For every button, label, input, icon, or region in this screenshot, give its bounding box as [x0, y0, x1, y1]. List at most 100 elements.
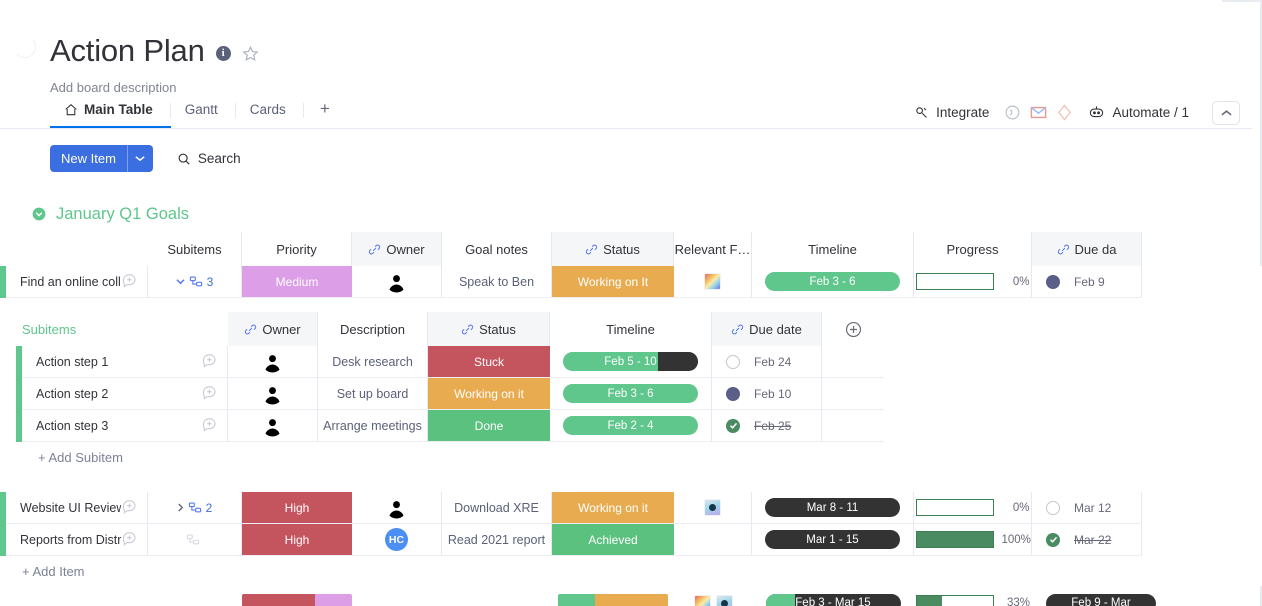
comment-button[interactable]: [121, 498, 137, 517]
group-collapse-toggle[interactable]: [28, 206, 50, 222]
add-comment-icon[interactable]: [201, 352, 217, 368]
cell-name[interactable]: Action step 3: [22, 410, 228, 442]
cell-add[interactable]: [822, 346, 884, 378]
column-header-subitems[interactable]: Subitems: [148, 232, 242, 266]
status-summary-bar[interactable]: [558, 593, 668, 606]
board-description[interactable]: Add board description: [50, 80, 259, 95]
cell-priority[interactable]: High: [242, 524, 352, 556]
add-item-row[interactable]: + Add Item: [0, 556, 1262, 586]
cell-notes[interactable]: Speak to Ben: [442, 266, 552, 298]
cell-priority[interactable]: Medium: [242, 266, 352, 298]
timeline-bar[interactable]: Feb 5 - 10: [563, 352, 698, 371]
group-title[interactable]: January Q1 Goals: [56, 205, 189, 224]
subitem-column-header-status[interactable]: Status: [428, 312, 550, 346]
avatar[interactable]: [385, 270, 408, 293]
column-header-priority[interactable]: Priority: [242, 232, 352, 266]
priority-summary-bar[interactable]: [242, 593, 352, 606]
comment-button[interactable]: [201, 352, 217, 371]
cell-name[interactable]: Action step 1: [22, 346, 228, 378]
progress-control[interactable]: 0%: [915, 273, 1030, 290]
cell-timeline[interactable]: Feb 5 - 10: [550, 346, 712, 378]
cell-owner[interactable]: [352, 492, 442, 524]
due-date-control[interactable]: Feb 10: [712, 386, 821, 401]
due-date-control[interactable]: Feb 9: [1032, 274, 1141, 289]
collapse-header-button[interactable]: [1212, 100, 1240, 125]
subitem-column-header-name[interactable]: Subitems: [0, 312, 228, 346]
timeline-bar[interactable]: Feb 3 - 6: [563, 384, 698, 403]
cell-timeline[interactable]: Feb 3 - 6: [550, 378, 712, 410]
tab-cards[interactable]: Cards: [236, 102, 304, 128]
avatar[interactable]: [261, 350, 284, 373]
cell-subitems[interactable]: 2: [148, 492, 242, 524]
subitems-toggle[interactable]: [186, 533, 204, 547]
timeline-bar[interactable]: Mar 1 - 15: [765, 530, 900, 549]
cell-description[interactable]: Set up board: [318, 378, 428, 410]
column-header-status[interactable]: Status: [552, 232, 674, 266]
cell-status[interactable]: Working on it: [428, 378, 550, 410]
due-date-control[interactable]: Feb 24: [712, 354, 821, 369]
cell-subitems[interactable]: 3: [148, 266, 242, 298]
subitems-toggle[interactable]: 2: [177, 501, 212, 515]
column-header-timeline[interactable]: Timeline: [752, 232, 914, 266]
cell-files[interactable]: [674, 524, 752, 556]
subitem-row[interactable]: Action step 2 Set up board Working on it F…: [16, 378, 1262, 410]
cell-status[interactable]: Working on It: [552, 266, 674, 298]
progress-control[interactable]: 0%: [915, 499, 1030, 516]
subitem-column-header-description[interactable]: Description: [318, 312, 428, 346]
search-button[interactable]: Search: [171, 148, 247, 169]
cell-name[interactable]: Action step 2: [22, 378, 228, 410]
cell-name[interactable]: Find an online collaborat…: [6, 266, 148, 298]
automate-button[interactable]: Automate / 1: [1079, 100, 1198, 125]
cell-description[interactable]: Arrange meetings: [318, 410, 428, 442]
cell-owner[interactable]: [352, 266, 442, 298]
column-header-owner[interactable]: Owner: [352, 232, 442, 266]
photo-file-thumbnail[interactable]: [704, 499, 721, 516]
subitem-column-header-owner[interactable]: Owner: [228, 312, 318, 346]
cell-notes[interactable]: Download XRE: [442, 492, 552, 524]
add-comment-icon[interactable]: [201, 416, 217, 432]
slack-icon[interactable]: [1004, 104, 1021, 121]
cell-files[interactable]: [674, 266, 752, 298]
chevron-right-icon[interactable]: [177, 503, 184, 512]
cell-status[interactable]: Done: [428, 410, 550, 442]
progress-control[interactable]: 100%: [915, 531, 1031, 548]
photo-file-thumbnail[interactable]: [715, 594, 733, 606]
cell-progress[interactable]: 0%: [914, 492, 1032, 524]
column-header-due[interactable]: Due da: [1032, 232, 1142, 266]
new-item-button[interactable]: New Item: [50, 145, 153, 172]
cell-add[interactable]: [822, 378, 884, 410]
add-subitem-row[interactable]: + Add Subitem: [16, 442, 1262, 472]
comment-button[interactable]: [121, 530, 137, 549]
comment-button[interactable]: [201, 384, 217, 403]
timeline-bar[interactable]: Mar 8 - 11: [765, 498, 900, 517]
column-header-progress[interactable]: Progress: [914, 232, 1032, 266]
timeline-summary-bar[interactable]: Feb 3 - Mar 15: [765, 593, 901, 606]
subitems-toggle[interactable]: 3: [176, 275, 213, 289]
add-view-button[interactable]: +: [304, 99, 342, 128]
cell-progress[interactable]: 0%: [914, 266, 1032, 298]
integrate-button[interactable]: Integrate: [905, 100, 998, 125]
avatar[interactable]: HC: [385, 528, 408, 551]
table-row[interactable]: Find an online collaborat… 3 Medium Speak…: [0, 266, 1262, 298]
tab-gantt[interactable]: Gantt: [171, 102, 236, 128]
subitem-row[interactable]: Action step 3 Arrange meetings Done Feb 2 …: [16, 410, 1262, 442]
cell-files[interactable]: [674, 492, 752, 524]
cell-owner[interactable]: [228, 346, 318, 378]
add-comment-icon[interactable]: [121, 272, 137, 288]
cell-status[interactable]: Achieved: [552, 524, 674, 556]
plus-circle-icon[interactable]: [845, 321, 862, 338]
due-date-control[interactable]: Mar 22: [1032, 532, 1141, 547]
subitem-column-header-due[interactable]: Due date: [712, 312, 822, 346]
cell-name[interactable]: Website UI Review: [6, 492, 148, 524]
add-comment-icon[interactable]: [201, 384, 217, 400]
timeline-bar[interactable]: Feb 3 - 6: [765, 272, 900, 291]
progress-summary[interactable]: 33%: [916, 594, 1030, 606]
chevron-down-icon[interactable]: [176, 278, 185, 285]
cell-name[interactable]: Reports from Distributors: [6, 524, 148, 556]
avatar[interactable]: [261, 382, 284, 405]
due-summary-bar[interactable]: Feb 9 - Mar: [1046, 593, 1156, 606]
subitem-row[interactable]: Action step 1 Desk research Stuck Feb 5 - …: [16, 346, 1262, 378]
table-row[interactable]: Website UI Review 2 High Download XRE Work…: [0, 492, 1262, 524]
cell-description[interactable]: Desk research: [318, 346, 428, 378]
comment-button[interactable]: [121, 272, 137, 291]
